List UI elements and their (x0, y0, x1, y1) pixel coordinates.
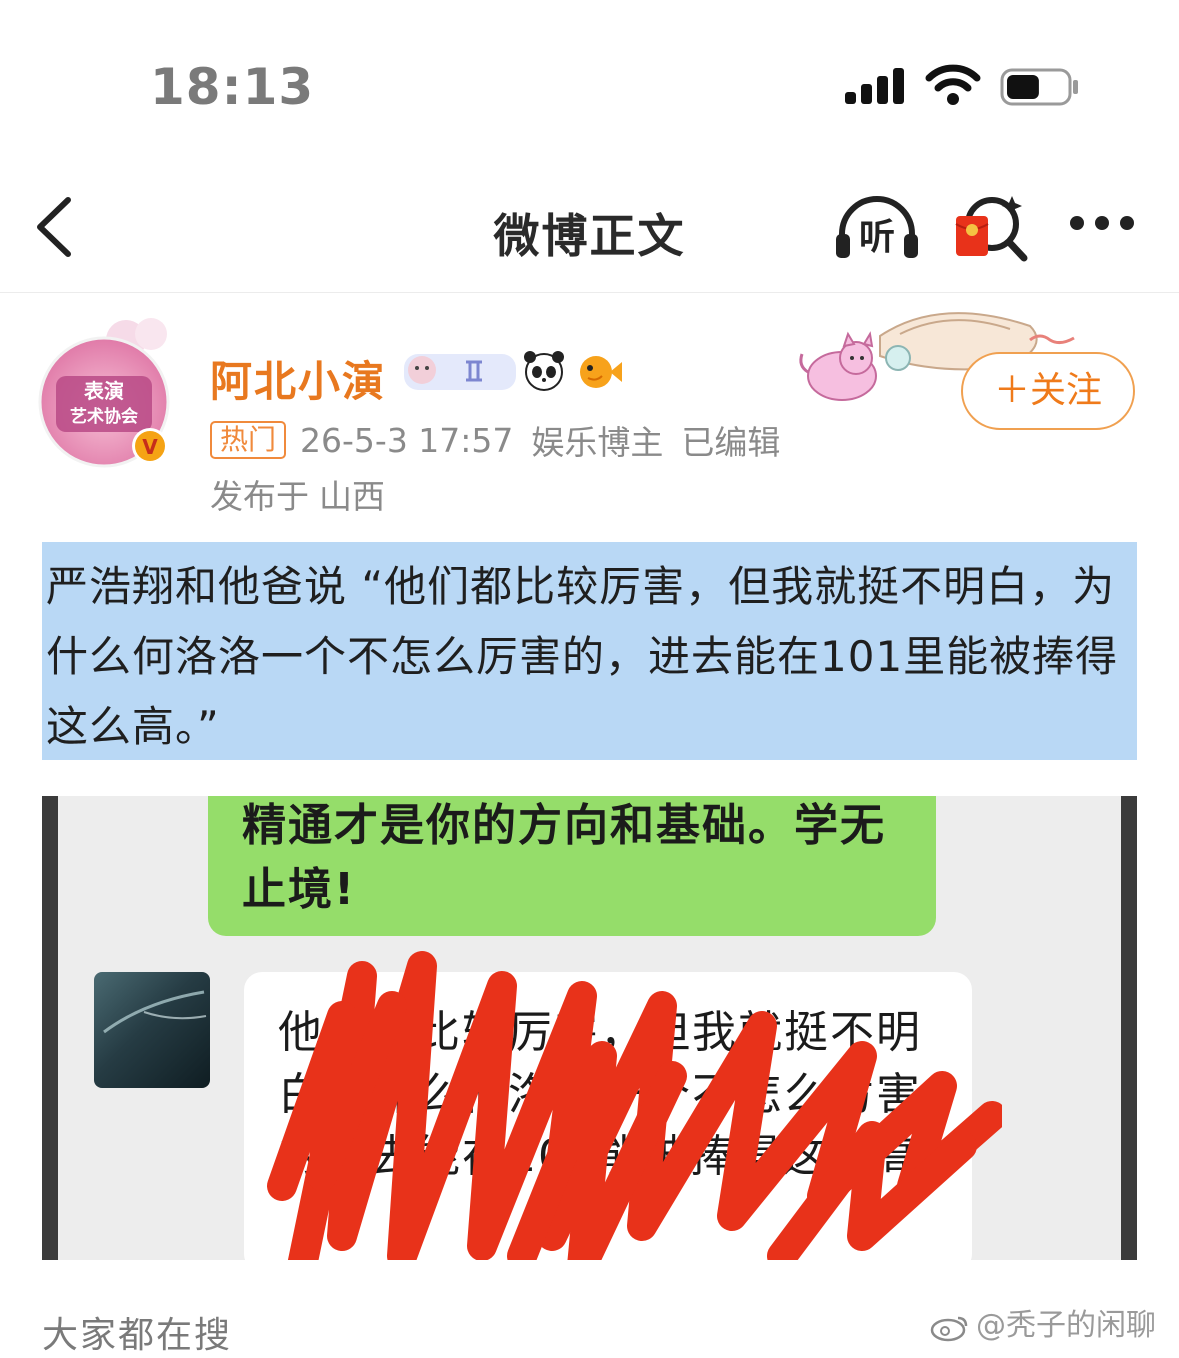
fish-icon (580, 356, 622, 388)
avatar[interactable]: 表演 艺术协会 V (36, 318, 174, 468)
post-timestamp: 26-5-3 17:57 (300, 420, 514, 460)
watermark-handle: @秃子的闲聊 (976, 1308, 1156, 1343)
hot-tag[interactable]: 热门 (210, 421, 287, 459)
status-bar: 18:13 (0, 0, 1179, 170)
image-edge-right (1121, 796, 1137, 1260)
badges (404, 351, 622, 391)
follow-button[interactable]: ＋关注 (961, 352, 1135, 430)
svg-text:艺术协会: 艺术协会 (70, 406, 138, 427)
battery-icon (1000, 68, 1078, 106)
location-city: 山西 (319, 477, 385, 516)
username[interactable]: 阿北小演 (210, 348, 386, 409)
nav-bar: 微博正文 听 (0, 170, 1179, 293)
post-meta: 热门 26-5-3 17:57 娱乐博主 已编辑 (210, 416, 798, 462)
member-badge-icon (404, 354, 516, 390)
watermark: @秃子的闲聊 (930, 1300, 1156, 1344)
wifi-icon (925, 64, 981, 105)
post-text[interactable]: 严浩翔和他爸说 “他们都比较厉害，但我就挺不明白，为什么何洛洛一个不怎么厉害的，… (42, 542, 1137, 760)
image-edge-left (42, 796, 58, 1260)
more-icon[interactable] (1070, 216, 1136, 232)
post-image[interactable]: 精通才是你的方向和基础。学无止境! 他们都比较厉害，但我就挺不明白为什么何洛洛一… (42, 796, 1137, 1260)
chat-avatar (94, 972, 210, 1088)
location-prefix: 发布于 (210, 477, 309, 516)
verified-icon: V (142, 435, 158, 459)
red-scribble-overlay (267, 951, 1002, 1260)
red-packet-search-icon[interactable] (952, 192, 1030, 264)
status-time: 18:13 (150, 58, 315, 116)
post-category: 娱乐博主 (531, 423, 664, 462)
svg-text:表演: 表演 (84, 379, 124, 403)
listen-label: 听 (858, 217, 895, 258)
post-location: 发布于 山西 (210, 470, 385, 518)
edited-label[interactable]: 已编辑 (681, 423, 780, 462)
signal-icon (845, 68, 907, 104)
weibo-logo-icon (930, 1316, 968, 1341)
trending-search-label[interactable]: 大家都在搜 (42, 1306, 232, 1358)
panda-icon (524, 351, 564, 391)
chat-bubble-sent: 精通才是你的方向和基础。学无止境! (208, 796, 936, 936)
listen-button[interactable]: 听 (834, 196, 920, 260)
